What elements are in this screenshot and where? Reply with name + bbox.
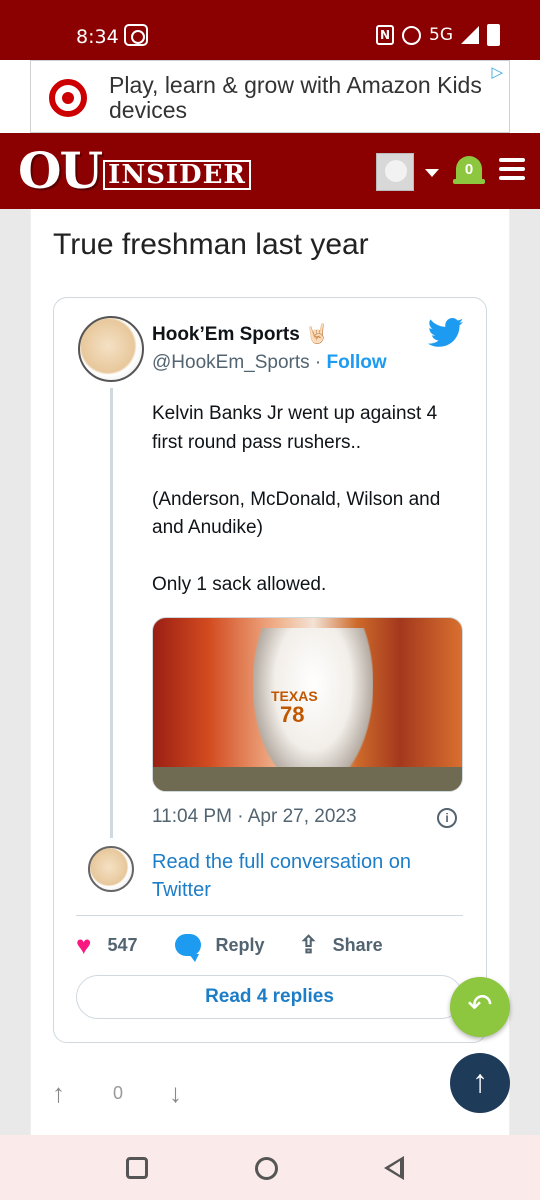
chevron-down-icon[interactable] [425,169,439,177]
logo-insider: INSIDER [103,160,252,190]
reply-button[interactable]: Reply [215,935,264,956]
heart-icon[interactable]: ♥ [76,930,91,961]
status-icons: N 5G [376,24,500,46]
like-count[interactable]: 547 [107,935,137,956]
read-full-conversation-link[interactable]: Read the full conversation on Twitter [152,848,452,904]
follow-button[interactable]: Follow [327,352,387,373]
reply-bubble-icon[interactable] [175,934,202,962]
photo-jersey-number: 78 [280,702,305,727]
tweet-actions: ♥ 547 Reply ⇪ Share [76,928,383,962]
tweet-author-avatar[interactable] [78,316,144,382]
user-avatar[interactable] [376,153,414,191]
tweet-handle-row: @HookEm_Sports · Follow [152,352,387,374]
signal-icon [461,26,479,44]
logo-ou: OU [18,141,103,200]
share-button[interactable]: Share [333,935,383,956]
tweet-divider [76,915,463,916]
vote-count: 0 [113,1083,124,1103]
ad-text: Play, learn & grow with Amazon Kids devi… [109,72,482,123]
notification-count: 0 [464,161,474,178]
site-logo[interactable]: OU INSIDER [18,141,252,200]
ad-banner[interactable]: Play, learn & grow with Amazon Kids devi… [30,60,510,133]
info-icon[interactable]: i [437,808,457,828]
reply-fab-icon[interactable]: ↶ [450,977,510,1037]
upvote-arrow-icon[interactable]: ↑ [52,1078,65,1109]
back-icon[interactable] [384,1156,404,1180]
twitter-bird-icon[interactable] [428,318,464,348]
downvote-arrow-icon[interactable]: ↓ [169,1078,182,1109]
tweet-body: Kelvin Banks Jr went up against 4 first … [152,403,441,595]
battery-icon [487,24,500,46]
share-icon[interactable]: ⇪ [299,931,319,960]
tweet-handle[interactable]: @HookEm_Sports [152,352,310,373]
bell-base [453,179,485,184]
post-text: True freshman last year [53,228,369,261]
tweet-handle-separator: · [309,352,327,373]
adchoices-icon[interactable]: ▷ [491,63,503,81]
target-logo-icon [49,79,87,117]
notification-bell-icon[interactable]: 0 [453,154,485,188]
read-replies-button[interactable]: Read 4 replies [76,975,463,1019]
tweet-photo[interactable]: TEXAS 78 [152,617,463,792]
tweet-author-name[interactable]: Hook’Em Sports 🤘🏻 [152,322,329,346]
vote-controls: ↑ 0 ↓ [52,1078,182,1109]
conversation-avatar [88,846,134,892]
home-icon[interactable] [255,1157,278,1180]
thread-line [110,388,113,838]
tweet-timestamp[interactable]: 11:04 PM · Apr 27, 2023 [152,806,357,828]
status-time: 8:34 [76,26,119,48]
photo-player [253,628,373,788]
hamburger-menu-icon[interactable] [499,158,525,180]
alarm-icon [402,25,421,45]
recent-apps-icon[interactable] [126,1157,148,1179]
screen-record-icon [124,24,148,46]
photo-ground [153,767,462,791]
nfc-icon: N [376,25,394,45]
status-bar: 8:34 N 5G [0,0,540,60]
network-type: 5G [429,25,453,45]
scroll-to-top-icon[interactable]: ↑ [450,1053,510,1113]
